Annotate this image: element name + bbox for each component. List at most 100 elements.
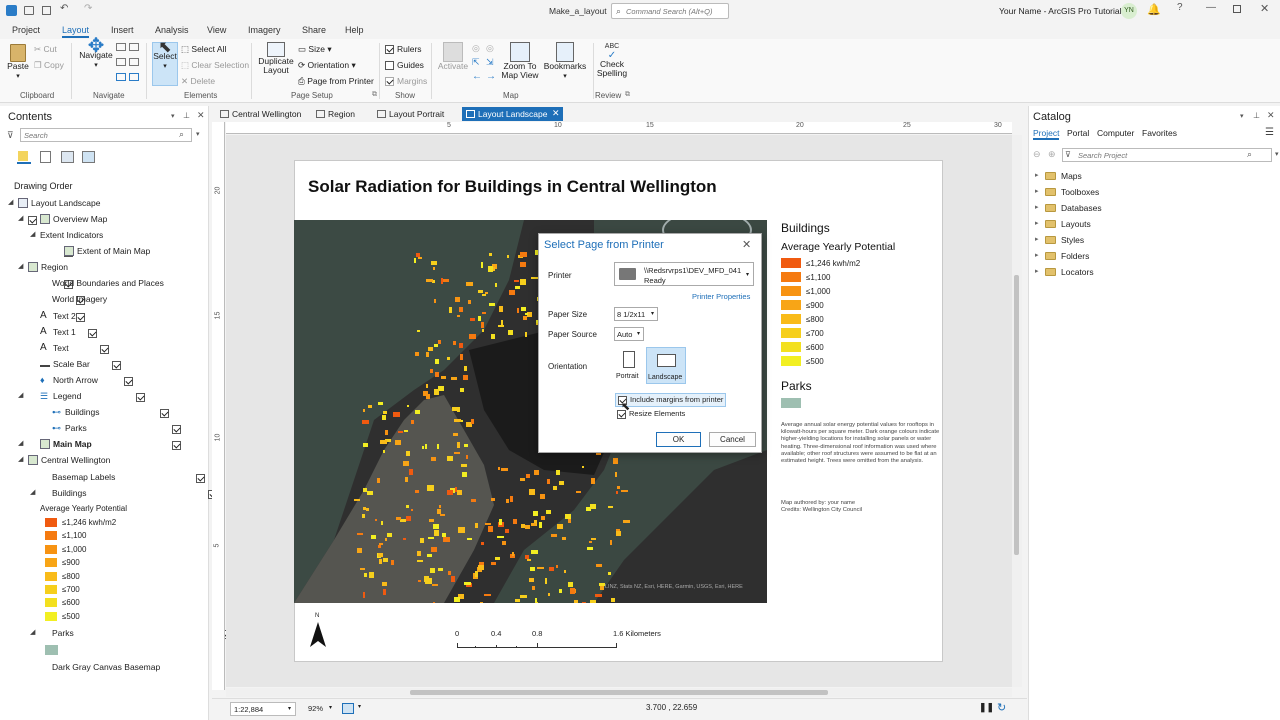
close-tab-icon[interactable]: ✕: [552, 108, 560, 119]
close-pane-icon[interactable]: ✕: [1267, 110, 1275, 121]
hamburger-menu-icon[interactable]: ☰: [1265, 127, 1274, 138]
redo-icon[interactable]: ↷: [84, 3, 92, 14]
vertical-scroll-thumb[interactable]: [1014, 275, 1019, 555]
visibility-checkbox[interactable]: [112, 361, 121, 371]
expand-icon[interactable]: ▸: [1035, 219, 1039, 227]
expand-icon[interactable]: ▸: [1035, 171, 1039, 179]
activate-button[interactable]: Activate: [436, 42, 470, 71]
expand-icon[interactable]: ◢: [18, 439, 23, 447]
forward-icon[interactable]: ⊕: [1048, 149, 1056, 160]
extent-arrows-icon[interactable]: ⇱: [472, 57, 480, 68]
launcher-icon[interactable]: ⧉: [372, 91, 377, 99]
duplicate-layout-button[interactable]: Duplicate Layout: [257, 42, 295, 75]
pane-menu-icon[interactable]: ▾: [171, 112, 175, 120]
refresh-icon[interactable]: ↻: [997, 701, 1006, 714]
expand-icon[interactable]: ▸: [1035, 251, 1039, 259]
list-by-source-icon[interactable]: [40, 151, 51, 163]
scale-select[interactable]: 1:22,884 ▾: [230, 702, 296, 716]
minimize-icon[interactable]: —: [1206, 2, 1216, 13]
contents-item[interactable]: North Arrow: [53, 375, 98, 385]
contents-item[interactable]: Text: [53, 343, 69, 353]
pan-icon[interactable]: ◎: [472, 43, 480, 54]
legend-class-label[interactable]: ≤900: [62, 558, 80, 567]
zoom-to-map-view-button[interactable]: Zoom To Map View: [500, 42, 540, 80]
extent-arrows2-icon[interactable]: ⇲: [486, 57, 494, 68]
navigate-button[interactable]: ✥ Navigate ▾: [78, 36, 114, 70]
open-icon[interactable]: [24, 6, 34, 15]
contents-item[interactable]: Main Map: [53, 439, 92, 449]
list-by-editing-icon[interactable]: [82, 151, 95, 163]
portrait-option[interactable]: Portrait: [615, 347, 644, 384]
chevron-down-icon[interactable]: ▾: [358, 703, 361, 710]
visibility-checkbox[interactable]: [136, 393, 145, 403]
zoom-to-width-icon[interactable]: [129, 58, 139, 66]
catalog-item[interactable]: Maps: [1061, 171, 1082, 181]
contents-item[interactable]: Extent of Main Map: [77, 246, 150, 256]
legend-class-label[interactable]: ≤500: [62, 612, 80, 621]
legend-class-label[interactable]: ≤1,000: [62, 545, 86, 554]
expand-icon[interactable]: ◢: [18, 455, 23, 463]
visibility-checkbox[interactable]: [196, 474, 205, 484]
legend-buildings-title[interactable]: Buildings: [781, 221, 830, 235]
orientation-button[interactable]: ⟳ Orientation ▾: [298, 60, 356, 71]
guides-checkbox[interactable]: Guides: [385, 60, 424, 71]
expand-icon[interactable]: ◢: [30, 230, 35, 238]
delete-button[interactable]: ✕ Delete: [181, 76, 215, 87]
catalog-item[interactable]: Toolboxes: [1061, 187, 1099, 197]
contents-item[interactable]: Buildings: [65, 407, 100, 417]
expand-icon[interactable]: ▸: [1035, 187, 1039, 195]
user-name[interactable]: Your Name - ArcGIS Pro Tutorials: [999, 6, 1126, 16]
catalog-tab-favorites[interactable]: Favorites: [1142, 128, 1177, 138]
zoom-icon[interactable]: ◎: [486, 43, 494, 54]
contents-item[interactable]: Legend: [53, 391, 81, 401]
tab-share[interactable]: Share: [302, 25, 326, 35]
catalog-item[interactable]: Locators: [1061, 267, 1094, 277]
contents-item[interactable]: Extent Indicators: [40, 230, 103, 240]
contents-item[interactable]: Text 1: [53, 327, 76, 337]
contents-item[interactable]: Average Yearly Potential: [40, 504, 127, 513]
save-icon[interactable]: [42, 6, 51, 15]
layout-title[interactable]: Solar Radiation for Buildings in Central…: [308, 177, 717, 197]
visibility-checkbox[interactable]: [28, 216, 37, 226]
legend-class-label[interactable]: ≤700: [62, 585, 80, 594]
pane-menu-icon[interactable]: ▾: [1240, 112, 1244, 120]
vertical-scrollbar[interactable]: [1012, 135, 1022, 687]
cut-button[interactable]: ✂ Cut: [34, 44, 57, 55]
fixed-zoom-in-icon[interactable]: [129, 43, 139, 51]
tab-analysis[interactable]: Analysis: [155, 25, 189, 35]
legend-class-label[interactable]: ≤600: [62, 598, 80, 607]
expand-icon[interactable]: ◢: [18, 214, 23, 222]
tab-layout-portrait[interactable]: Layout Portrait: [373, 107, 448, 121]
next-extent-icon[interactable]: [129, 73, 139, 81]
contents-item[interactable]: Region: [41, 262, 68, 272]
contents-item[interactable]: Central Wellington: [41, 455, 110, 465]
expand-icon[interactable]: ▸: [1035, 203, 1039, 211]
expand-icon[interactable]: ◢: [18, 262, 23, 270]
expand-icon[interactable]: ◢: [18, 391, 23, 399]
contents-item[interactable]: Dark Gray Canvas Basemap: [52, 662, 160, 672]
catalog-item[interactable]: Databases: [1061, 203, 1102, 213]
tab-insert[interactable]: Insert: [111, 25, 134, 35]
clear-selection-button[interactable]: ⬚ Clear Selection: [181, 60, 249, 71]
size-button[interactable]: ▭ Size ▾: [298, 44, 332, 55]
include-margins-checkbox[interactable]: Include margins from printer: [615, 393, 727, 407]
contents-item[interactable]: Scale Bar: [53, 359, 90, 369]
tab-view[interactable]: View: [207, 25, 226, 35]
tab-project[interactable]: Project: [12, 25, 40, 35]
contents-item[interactable]: World Imagery: [52, 294, 107, 304]
close-pane-icon[interactable]: ✕: [197, 110, 205, 121]
contents-item[interactable]: Overview Map: [53, 214, 107, 224]
back-icon[interactable]: ⊖: [1033, 149, 1041, 160]
tab-layout-landscape[interactable]: Layout Landscape ✕: [462, 107, 564, 121]
scale-bar[interactable]: 0 0.4 0.8 1.6 Kilometers: [455, 629, 665, 651]
bell-icon[interactable]: 🔔: [1147, 3, 1161, 16]
visibility-checkbox[interactable]: [76, 313, 85, 323]
layout-credits[interactable]: Credits: Wellington City Council: [781, 507, 862, 514]
maximize-icon[interactable]: [1233, 5, 1241, 13]
visibility-checkbox[interactable]: [100, 345, 109, 355]
visibility-checkbox[interactable]: [124, 377, 133, 387]
expand-icon[interactable]: ◢: [30, 628, 35, 636]
legend-class-label[interactable]: ≤1,246 kwh/m2: [62, 518, 116, 527]
catalog-tab-project[interactable]: Project: [1033, 128, 1060, 140]
paper-size-select[interactable]: 8 1/2x11 ▾: [614, 307, 658, 321]
